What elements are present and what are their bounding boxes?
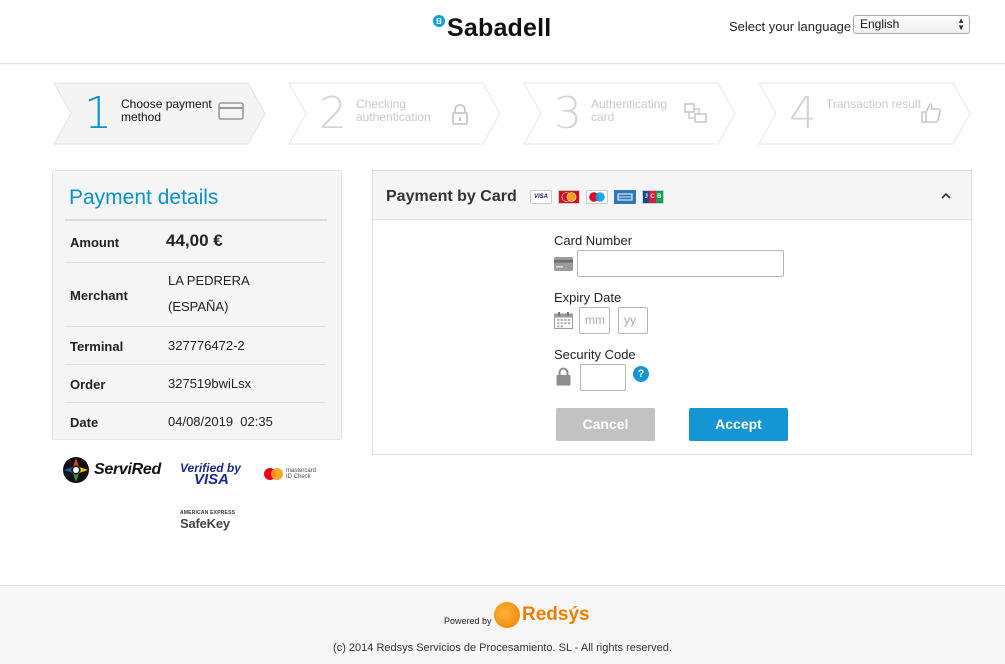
step-label: Authenticating card: [591, 97, 668, 124]
order-value: 327519bwiLsx: [168, 376, 252, 391]
help-icon[interactable]: ?: [633, 366, 649, 382]
merchant-name: LA PEDRERA: [168, 273, 250, 288]
step-2: 2 Checking authentication: [287, 82, 503, 145]
step-4: 4 Transaction result: [757, 82, 973, 145]
amount-row: Amount 44,00 €: [65, 221, 325, 263]
step-3: 3 Authenticating card: [522, 82, 738, 145]
terminal-row: Terminal 327776472-2: [65, 327, 325, 365]
language-label: Select your language: [729, 19, 852, 34]
security-code-input[interactable]: [580, 364, 626, 391]
language-select-value: English: [860, 17, 900, 31]
step-1: 1 Choose payment method: [52, 82, 268, 145]
merchant-row: Merchant LA PEDRERA (ESPAÑA): [65, 263, 325, 327]
accept-button[interactable]: Accept: [689, 408, 788, 441]
footer: Powered by Redsýs (c) 2014 Redsys Servic…: [0, 585, 1005, 664]
cancel-button[interactable]: Cancel: [556, 408, 655, 441]
redsys-logo: Redsýs: [494, 602, 590, 628]
security-brands: ServiRed Verified by VISA mastercard ID …: [52, 452, 342, 537]
payment-by-card-panel: Payment by Card VISA J C B Card Number E…: [372, 170, 972, 455]
mastercard-circles-icon: [264, 468, 284, 480]
card-number-input[interactable]: [577, 250, 784, 277]
payment-details-title: Payment details: [69, 186, 219, 209]
sabadell-logo: B Sabadell: [433, 12, 551, 44]
padlock-icon: [556, 367, 571, 386]
merchant-country: (ESPAÑA): [168, 299, 229, 314]
lock-icon: [452, 104, 468, 125]
jcb-card-icon: J C B: [642, 190, 664, 204]
calendar-icon: [554, 312, 573, 329]
logo-badge: B: [433, 15, 445, 27]
visa-card-icon: VISA: [530, 190, 552, 204]
mastercard-card-icon: [558, 190, 580, 204]
step-label: Choose payment method: [121, 97, 212, 124]
logo-text: Sabadell: [447, 13, 552, 42]
vbv-line2: VISA: [194, 471, 230, 488]
servired-emblem-icon: [63, 457, 89, 483]
step-number: 4: [789, 88, 817, 139]
select-arrows-icon: ▲ ▼: [957, 16, 965, 32]
step-number: 3: [554, 88, 582, 139]
order-row: Order 327519bwiLsx: [65, 365, 325, 403]
expiry-date-label: Expiry Date: [554, 290, 622, 305]
accepted-cards: VISA J C B: [530, 190, 664, 204]
devices-icon: [684, 103, 707, 123]
mc-line2: ID Check: [286, 474, 311, 480]
card-panel-header[interactable]: Payment by Card VISA J C B: [373, 171, 971, 220]
order-label: Order: [70, 377, 106, 392]
date-value: 04/08/2019 02:35: [168, 414, 273, 429]
mastercard-idcheck-logo: mastercard ID Check: [264, 468, 316, 480]
terminal-value: 327776472-2: [168, 338, 245, 353]
card-panel-title: Payment by Card: [386, 188, 517, 205]
credit-card-icon: [218, 102, 244, 120]
servired-text: ServiRed: [94, 461, 161, 478]
amex-safekey-logo: AMERICAN EXPRESS SafeKey: [180, 510, 235, 531]
step-number: 2: [319, 88, 347, 139]
card-number-icon: [554, 257, 573, 271]
verified-by-visa-logo: Verified by VISA: [180, 462, 241, 488]
merchant-label: Merchant: [70, 288, 128, 303]
payment-details-panel: Payment details Amount 44,00 € Merchant …: [52, 170, 342, 440]
security-code-label: Security Code: [554, 347, 636, 362]
expiry-year-input[interactable]: yy: [618, 307, 648, 334]
step-label: Transaction result: [826, 97, 921, 111]
date-row: Date 04/08/2019 02:35: [65, 403, 325, 439]
terminal-label: Terminal: [70, 339, 124, 354]
collapse-chevron-icon[interactable]: [939, 187, 953, 201]
step-number: 1: [84, 88, 112, 139]
amex-line2: SafeKey: [180, 516, 230, 531]
amount-label: Amount: [70, 235, 120, 250]
card-number-label: Card Number: [554, 233, 633, 248]
language-select[interactable]: English ▲ ▼: [853, 15, 970, 34]
powered-by-label: Powered by: [444, 616, 492, 626]
amex-card-icon: [614, 190, 636, 204]
thumbs-up-icon: [921, 103, 941, 123]
maestro-card-icon: [586, 190, 608, 204]
step-label: Checking authentication: [356, 97, 431, 124]
amount-value: 44,00 €: [166, 231, 223, 250]
progress-steps: 1 Choose payment method 2 Checking authe…: [52, 82, 972, 145]
date-label: Date: [70, 415, 99, 430]
header: B Sabadell Select your language English …: [0, 0, 1005, 64]
redsys-text: Redsýs: [522, 604, 590, 625]
expiry-month-input[interactable]: mm: [579, 307, 610, 334]
servired-logo: ServiRed: [62, 456, 161, 484]
copyright-text: (c) 2014 Redsys Servicios de Procesamien…: [333, 642, 672, 654]
redsys-ball-icon: [494, 602, 520, 628]
